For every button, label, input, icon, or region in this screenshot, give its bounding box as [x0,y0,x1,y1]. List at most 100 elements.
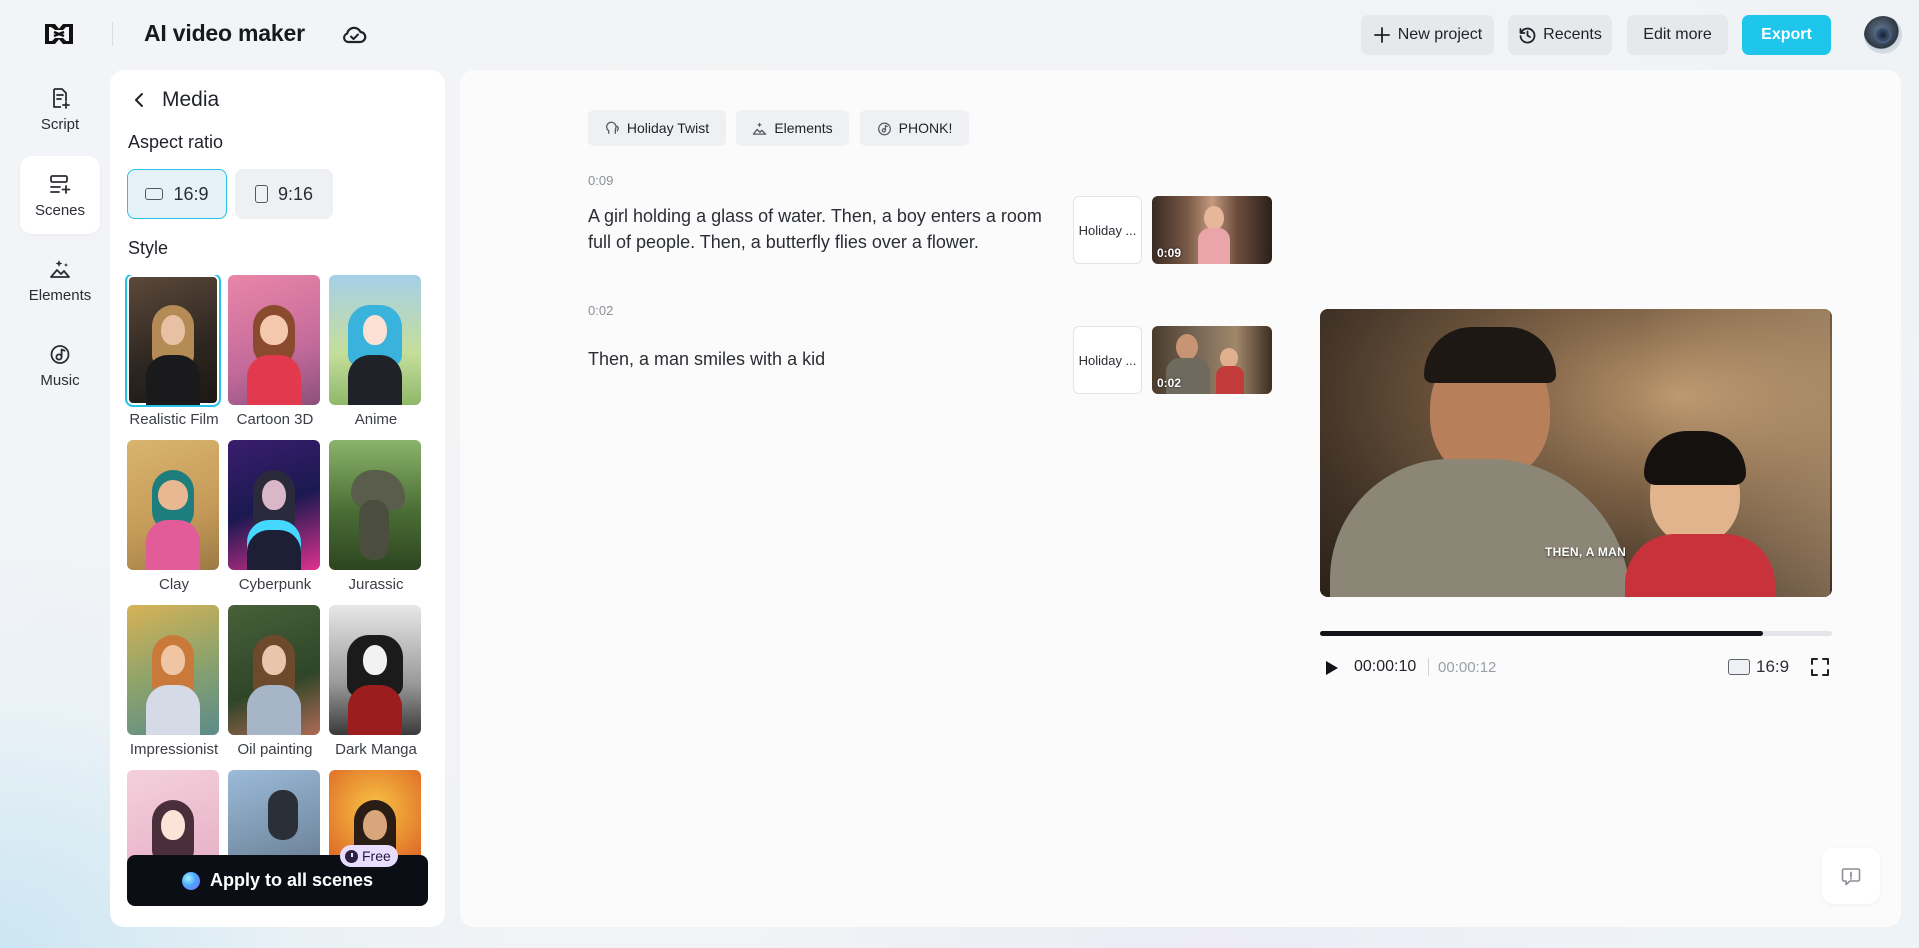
style-thumb [329,440,421,570]
media-panel: Media Aspect ratio 16:9 9:16 Style Reali… [110,70,445,927]
user-avatar[interactable] [1864,16,1902,54]
music-chip[interactable]: PHONK! [860,110,969,146]
history-icon [1519,27,1536,44]
style-thumb [228,275,320,405]
thumb-figure [243,297,305,405]
style-item-cartoon-3d[interactable]: Cartoon 3D [228,275,322,428]
music-icon [50,344,70,364]
header-divider [112,22,113,46]
playback-progress-bar[interactable] [1320,631,1832,636]
style-item-dark-manga[interactable]: Dark Manga [329,605,423,758]
style-label: Dark Manga [335,741,417,758]
aspect-ratio-9-16-button[interactable]: 9:16 [235,169,333,219]
new-project-label: New project [1397,26,1483,43]
export-button[interactable]: Export [1742,15,1831,55]
scene-clip-thumbnail[interactable]: 0:02 [1152,326,1272,394]
thumb-figure [243,462,305,570]
play-icon[interactable] [1320,657,1342,679]
style-thumb [125,275,221,407]
style-item-anime[interactable]: Anime [329,275,423,428]
feedback-button[interactable] [1822,848,1880,904]
new-project-button[interactable]: New project [1361,15,1494,55]
style-label: Clay [158,576,189,593]
fullscreen-icon[interactable] [1809,656,1831,678]
rail-label-scenes: Scenes [34,201,86,219]
thumb-figure [344,297,406,405]
voice-chip[interactable]: Holiday Twist [588,110,726,146]
apply-label: Apply to all scenes [209,870,374,890]
rail-item-scenes[interactable]: Scenes [20,156,100,234]
style-item-clay[interactable]: Clay [127,440,221,593]
clip-duration: 0:09 [1157,246,1182,260]
style-thumb [228,605,320,735]
music-chip-label: PHONK! [898,120,953,136]
export-label: Export [1761,26,1812,43]
elements-chip[interactable]: Elements [736,110,849,146]
style-thumb [329,605,421,735]
style-label: Anime [354,411,398,428]
preview-aspect-ratio-button[interactable]: 16:9 [1728,657,1789,677]
aspect-ratio-16-9-button[interactable]: 16:9 [127,169,227,219]
style-heading: Style [128,238,169,258]
style-thumb [127,605,219,735]
scene-clip-thumbnail[interactable]: 0:09 [1152,196,1272,264]
free-badge: Free [340,845,398,867]
music-icon [877,122,891,135]
rail-label-script: Script [40,115,80,133]
scene-time: 0:09 [588,173,614,188]
scene-voice-label: Holiday ... [1078,222,1137,238]
video-preview[interactable]: THEN, A MAN [1320,309,1832,597]
rail-item-script[interactable]: Script [20,70,100,148]
edit-more-label: Edit more [1643,26,1712,43]
cloud-sync-icon[interactable] [340,22,368,48]
rail-label-music: Music [40,371,80,389]
playback-progress-fill [1320,631,1763,636]
media-title: Media [162,88,220,111]
scene-voice-button[interactable]: Holiday ... [1073,196,1142,264]
style-item-impressionist[interactable]: Impressionist [127,605,221,758]
feedback-icon [1841,868,1861,886]
style-thumb [127,440,219,570]
elements-chip-label: Elements [774,120,833,136]
aspect-ratio-label: 16:9 [173,183,209,204]
style-thumb [329,275,421,405]
preview-aspect-ratio-label: 16:9 [1756,657,1790,676]
scene-voice-label: Holiday ... [1078,352,1137,368]
thumb-figure [142,297,204,405]
total-time: 00:00:12 [1438,659,1497,676]
free-label: Free [362,848,391,864]
scene-voice-button[interactable]: Holiday ... [1073,326,1142,394]
recents-label: Recents [1543,26,1602,43]
style-item-realistic-film[interactable]: Realistic Film [125,275,221,428]
voice-head-icon [605,121,619,134]
style-thumb [228,440,320,570]
media-back-button[interactable]: Media [130,88,219,112]
capcut-logo-icon [45,24,73,44]
app-title: AI video maker [144,20,305,46]
ai-orb-icon [181,871,200,890]
scene-text[interactable]: A girl holding a glass of water. Then, a… [588,203,1068,255]
voice-chip-label: Holiday Twist [626,120,710,136]
elements-icon [753,121,767,135]
recents-button[interactable]: Recents [1508,15,1612,55]
thumb-figure [344,627,406,735]
scene-text[interactable]: Then, a man smiles with a kid [588,346,1068,372]
thumb-figure [142,462,204,570]
style-label: Oil painting [237,741,313,758]
style-item-jurassic[interactable]: Jurassic [329,440,423,593]
main-panel: Holiday Twist Elements PHONK! 0:09 A gir… [460,70,1901,927]
style-item-oil-painting[interactable]: Oil painting [228,605,322,758]
style-label: Realistic Film [129,411,219,428]
landscape-ratio-icon [145,188,164,200]
style-item-cyberpunk[interactable]: Cyberpunk [228,440,322,593]
chevron-left-icon [135,93,143,107]
elements-icon [50,259,70,278]
style-label: Impressionist [129,741,219,758]
aspect-ratio-label: 9:16 [277,183,314,204]
rail-item-elements[interactable]: Elements [20,241,100,319]
preview-caption: THEN, A MAN [1545,545,1627,559]
rail-label-elements: Elements [28,286,92,304]
rail-item-music[interactable]: Music [20,326,100,404]
edit-more-button[interactable]: Edit more [1627,15,1728,55]
clock-icon [345,849,358,863]
